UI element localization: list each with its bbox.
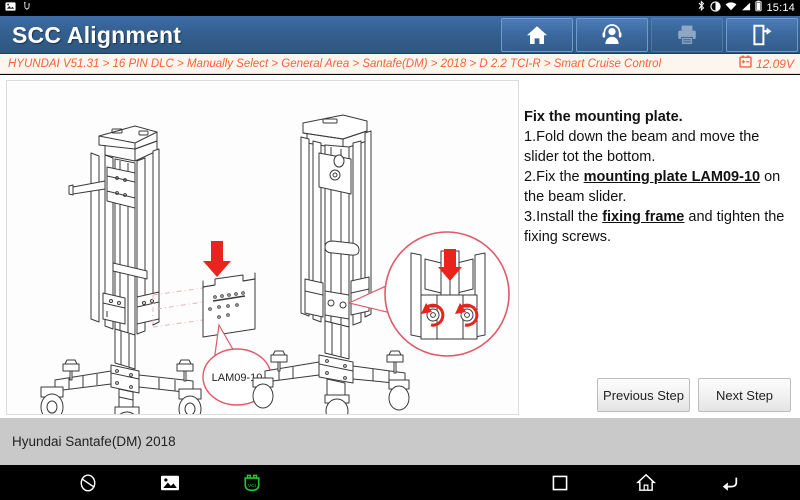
android-nav-bar: VCI — [0, 465, 800, 500]
back-icon[interactable] — [707, 465, 753, 500]
page-title: SCC Alignment — [12, 22, 182, 48]
next-step-button[interactable]: Next Step — [698, 378, 791, 412]
step-emphasis: mounting plate LAM09-10 — [583, 169, 761, 185]
instruction-panel: Fix the mounting plate. 1.Fold down the … — [521, 75, 800, 418]
browser-icon[interactable] — [65, 465, 111, 500]
main-content: LAM09-10 Fix the mounting plate. 1.Fold … — [0, 75, 800, 418]
usb-debug-icon — [23, 0, 34, 17]
breadcrumb-path: HYUNDAI V51.31 > 16 PIN DLC > Manually S… — [8, 57, 662, 70]
illustration-panel: LAM09-10 — [6, 80, 519, 415]
toolbar — [501, 18, 798, 52]
previous-step-button[interactable]: Previous Step — [597, 378, 690, 412]
step-text: Fix the — [536, 169, 584, 185]
app-title-bar: SCC Alignment — [0, 16, 800, 54]
wifi-icon — [725, 0, 737, 17]
step-text: Install the — [536, 209, 603, 225]
bluetooth-icon — [697, 0, 706, 17]
detail-circle — [384, 231, 510, 357]
breadcrumb: HYUNDAI V51.31 > 16 PIN DLC > Manually S… — [0, 54, 800, 74]
screenshot-icon — [5, 0, 16, 17]
gallery-icon[interactable] — [147, 465, 193, 500]
voltage-indicator: 12.09V — [739, 55, 794, 73]
instruction-step: 3.Install the fixing frame and tighten t… — [524, 207, 796, 247]
instruction-step: 2.Fix the mounting plate LAM09-10 on the… — [524, 167, 796, 207]
battery-icon — [739, 55, 752, 73]
vehicle-footer: Hyundai Santafe(DM) 2018 — [0, 418, 800, 465]
step-number: 2. — [524, 169, 537, 185]
printer-icon — [675, 23, 699, 47]
step-text: Fold down the beam and move the slider t… — [524, 129, 760, 165]
home-icon — [525, 23, 549, 47]
calibration-stand-diagram: LAM09-10 — [40, 114, 510, 414]
step-number: 3. — [524, 209, 537, 225]
step-number: 1. — [524, 129, 537, 145]
battery-icon — [755, 0, 763, 17]
home-icon[interactable] — [623, 465, 669, 500]
instruction-steps: 1.Fold down the beam and move the slider… — [524, 127, 796, 247]
instruction-text: Fix the mounting plate. 1.Fold down the … — [524, 107, 796, 247]
status-bar-left-icons — [5, 0, 34, 17]
home-button[interactable] — [501, 18, 573, 52]
dnd-icon — [710, 0, 722, 17]
exit-icon — [750, 23, 774, 47]
svg-text:VCI: VCI — [248, 483, 256, 489]
insert-arrow — [203, 241, 231, 277]
android-status-bar: 15:14 — [0, 0, 800, 16]
exit-button[interactable] — [726, 18, 798, 52]
headset-icon — [600, 23, 624, 47]
status-bar-clock: 15:14 — [766, 2, 795, 14]
status-bar-right-icons: 15:14 — [697, 0, 795, 17]
print-button[interactable] — [651, 18, 723, 52]
signal-icon — [741, 0, 751, 17]
step-navigation: Previous Step Next Step — [597, 378, 791, 412]
instruction-step: 1.Fold down the beam and move the slider… — [524, 127, 796, 167]
recents-icon[interactable] — [537, 465, 583, 500]
voltage-value: 12.09V — [755, 56, 794, 71]
step-emphasis: fixing frame — [602, 209, 685, 225]
instruction-heading: Fix the mounting plate. — [524, 109, 683, 125]
support-button[interactable] — [576, 18, 648, 52]
tablet-screen: 15:14 SCC Alignment HYUNDAI V51.31 > 16 … — [0, 0, 800, 500]
vci-icon[interactable]: VCI — [229, 465, 275, 500]
vehicle-label: Hyundai Santafe(DM) 2018 — [12, 434, 176, 449]
